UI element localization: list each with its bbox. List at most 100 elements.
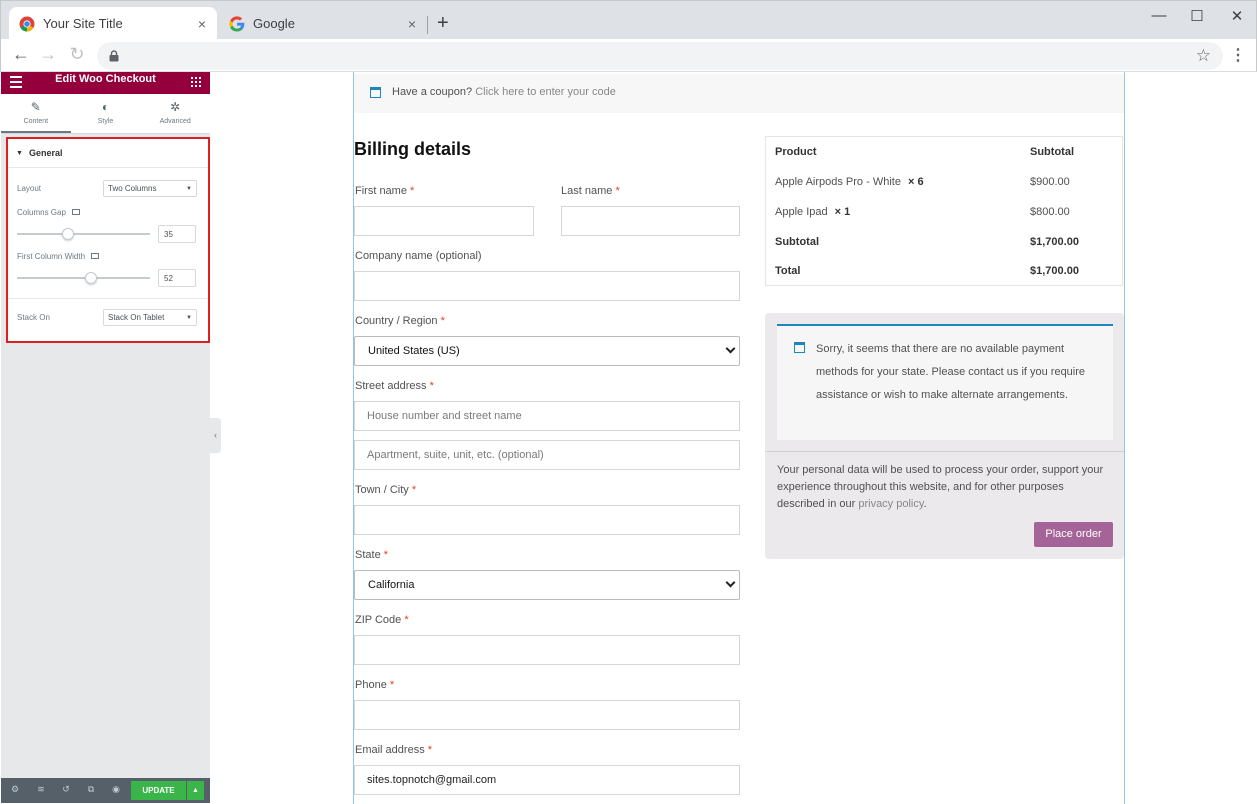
first-column-width-input[interactable]: 52	[158, 269, 196, 287]
settings-icon[interactable]: ⚙	[9, 784, 21, 795]
slider-handle[interactable]	[85, 272, 97, 284]
payment-notice: Sorry, it seems that there are no availa…	[777, 324, 1113, 440]
tab-google[interactable]: Google ×	[219, 7, 427, 40]
company-input[interactable]	[354, 271, 740, 301]
info-icon	[794, 342, 805, 353]
back-icon[interactable]: ←	[11, 44, 31, 64]
columns-gap-input[interactable]: 35	[158, 225, 196, 243]
half-circle-icon: ◐	[101, 100, 110, 114]
browser-tab-strip: Your Site Title × Google × + — ☐ ✕	[0, 0, 1257, 40]
coupon-link[interactable]: Click here to enter your code	[475, 86, 616, 98]
chrome-icon	[19, 16, 35, 32]
first-name-input[interactable]	[354, 206, 534, 236]
gear-icon: ✲	[170, 100, 181, 114]
control-divider	[8, 298, 208, 299]
tab-close-icon[interactable]: ×	[193, 16, 211, 32]
widgets-grid-icon[interactable]	[191, 77, 201, 87]
tab-label: Style	[97, 118, 114, 125]
first-column-width-label: First Column Width	[17, 252, 100, 261]
editor-panel: Edit Woo Checkout ✎ Content ◐ Style ✲ Ad…	[1, 72, 210, 803]
window-close-icon[interactable]: ✕	[1227, 7, 1247, 25]
section-title: General	[28, 148, 63, 158]
payment-box: Sorry, it seems that there are no availa…	[765, 313, 1124, 559]
section-header-general[interactable]: ▼ General	[8, 139, 208, 168]
street-label: Street address *	[355, 380, 434, 392]
product-name: Apple Airpods Pro - White	[775, 176, 901, 188]
minimize-icon[interactable]: —	[1149, 7, 1169, 24]
google-icon	[229, 15, 245, 32]
address-bar[interactable]: ☆	[97, 42, 1223, 70]
company-label: Company name (optional)	[355, 250, 482, 262]
header-product: Product	[775, 146, 817, 158]
columns-gap-slider[interactable]	[17, 228, 150, 240]
tab-style[interactable]: ◐ Style	[71, 94, 141, 133]
order-review-table: Product Subtotal Apple Airpods Pro - Whi…	[765, 136, 1123, 286]
reload-icon[interactable]: ↻	[67, 44, 87, 64]
zip-input[interactable]	[354, 635, 740, 665]
street-address-1-input[interactable]: House number and street name	[354, 401, 740, 431]
stack-on-label: Stack On	[17, 313, 50, 322]
slider-handle[interactable]	[62, 228, 74, 240]
desktop-icon	[71, 208, 80, 215]
tab-your-site-title[interactable]: Your Site Title ×	[9, 7, 217, 40]
last-name-label: Last name *	[561, 185, 620, 197]
section-outline-left	[353, 72, 354, 804]
product-price: $800.00	[1030, 206, 1070, 218]
maximize-icon[interactable]: ☐	[1187, 7, 1207, 25]
chevron-down-icon: ▼	[186, 315, 192, 321]
desktop-icon	[91, 252, 100, 259]
update-options-icon[interactable]: ▲	[187, 781, 204, 800]
collapse-panel-icon[interactable]: ‹	[210, 418, 221, 453]
update-button[interactable]: UPDATE	[131, 781, 186, 800]
product-name: Apple Ipad	[775, 206, 828, 218]
layout-select[interactable]: Two Columns ▼	[103, 180, 197, 197]
email-input[interactable]: sites.topnotch@gmail.com	[354, 765, 740, 795]
calendar-icon	[370, 87, 381, 98]
tab-divider	[427, 16, 428, 34]
state-select[interactable]: California	[354, 570, 740, 600]
phone-input[interactable]	[354, 700, 740, 730]
country-value: United States (US)	[368, 345, 460, 357]
browser-menu-icon[interactable]: ⋮	[1230, 45, 1246, 65]
lock-icon	[109, 49, 119, 62]
stack-on-value: Stack On Tablet	[108, 313, 165, 322]
first-column-width-slider[interactable]	[17, 272, 150, 284]
caret-down-icon: ▼	[16, 149, 23, 157]
history-icon[interactable]: ↺	[60, 784, 72, 795]
billing-heading: Billing details	[354, 139, 472, 159]
panel-tabs: ✎ Content ◐ Style ✲ Advanced	[1, 94, 210, 134]
tab-advanced[interactable]: ✲ Advanced	[140, 94, 210, 133]
payment-divider	[765, 451, 1124, 452]
country-select[interactable]: United States (US)	[354, 336, 740, 366]
city-label: Town / City *	[355, 484, 417, 496]
tab-title: Google	[253, 16, 295, 31]
navigator-icon[interactable]: ≋	[35, 784, 47, 795]
forward-icon[interactable]: →	[38, 44, 58, 64]
tab-close-icon[interactable]: ×	[403, 16, 421, 32]
total-label: Total	[775, 265, 801, 277]
new-tab-icon[interactable]: +	[437, 13, 449, 33]
chevron-down-icon	[725, 577, 736, 588]
stack-on-select[interactable]: Stack On Tablet ▼	[103, 309, 197, 326]
street-address-2-input[interactable]: Apartment, suite, unit, etc. (optional)	[354, 440, 740, 470]
last-name-input[interactable]	[561, 206, 740, 236]
layout-value: Two Columns	[108, 184, 157, 193]
state-value: California	[368, 579, 415, 591]
bookmark-star-icon[interactable]: ☆	[1196, 46, 1211, 66]
product-qty: × 6	[908, 176, 924, 188]
browser-toolbar: ← → ↻ ☆ ⋮	[0, 39, 1257, 72]
panel-title: Edit Woo Checkout	[55, 73, 156, 85]
tab-label: Content	[23, 118, 49, 125]
tab-content[interactable]: ✎ Content	[1, 94, 71, 133]
privacy-policy-link[interactable]: privacy policy	[858, 498, 923, 510]
tab-title: Your Site Title	[43, 16, 123, 31]
city-input[interactable]	[354, 505, 740, 535]
responsive-icon[interactable]: ⧉	[85, 784, 97, 795]
place-order-button[interactable]: Place order	[1034, 522, 1113, 547]
columns-gap-label: Columns Gap	[17, 208, 80, 217]
preview-eye-icon[interactable]: ◉	[110, 784, 122, 795]
coupon-text: Have a coupon?	[392, 86, 473, 98]
layout-label: Layout	[17, 184, 42, 193]
state-label: State *	[355, 549, 389, 561]
panel-footer: ⚙ ≋ ↺ ⧉ ◉ UPDATE ▲	[1, 778, 210, 803]
